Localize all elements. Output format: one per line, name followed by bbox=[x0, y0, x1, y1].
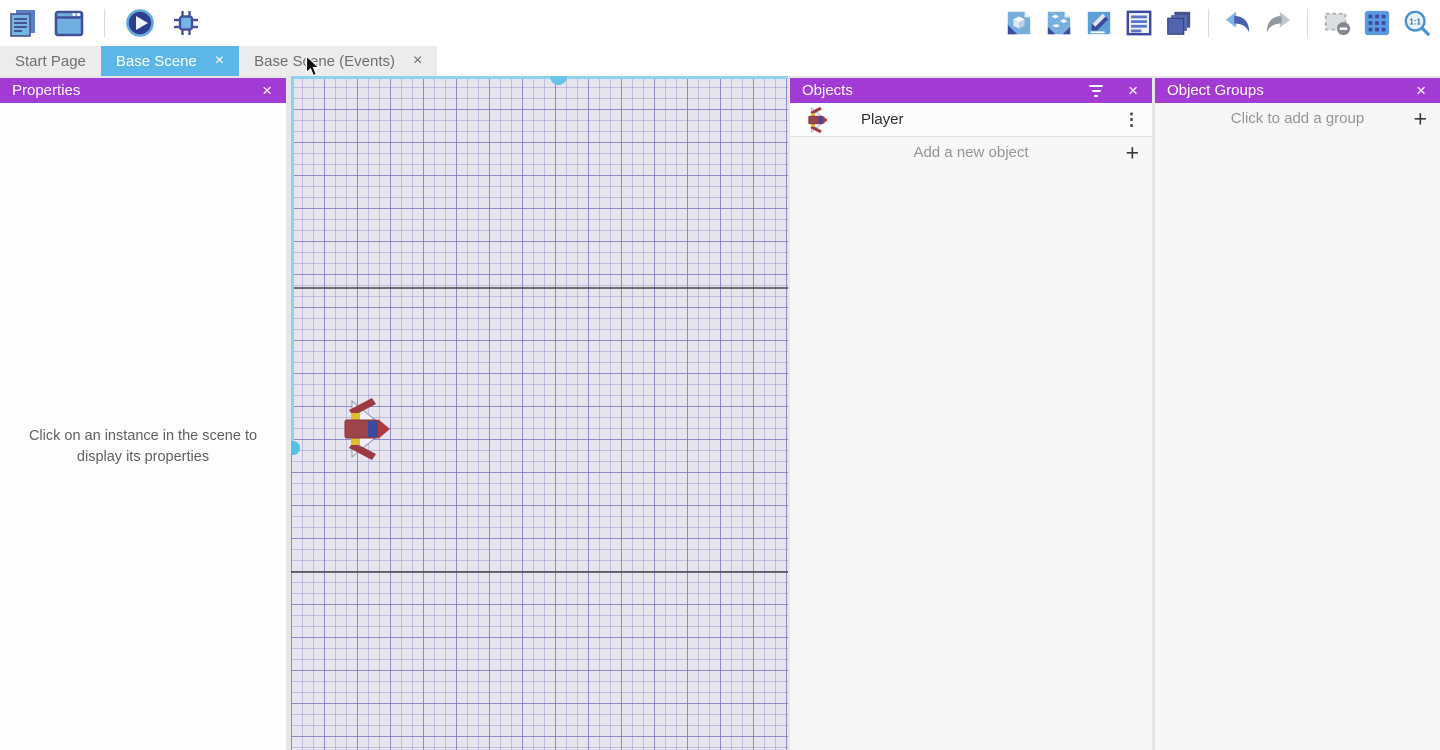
plus-icon[interactable]: + bbox=[1414, 107, 1427, 130]
add-object-label: Add a new object bbox=[913, 144, 1028, 161]
horizontal-scrollbar-thumb[interactable] bbox=[550, 76, 567, 85]
toolbar-right-group: 1:1 bbox=[1004, 0, 1432, 46]
tab-label: Base Scene (Events) bbox=[254, 53, 395, 70]
close-icon[interactable]: × bbox=[1414, 82, 1428, 99]
player-instance-sprite[interactable] bbox=[344, 396, 390, 462]
panel-title: Objects bbox=[802, 82, 853, 99]
properties-panel: Properties × Click on an instance in the… bbox=[0, 78, 286, 750]
redo-icon[interactable] bbox=[1263, 8, 1293, 38]
close-icon[interactable]: × bbox=[260, 82, 274, 99]
add-group-label: Click to add a group bbox=[1231, 110, 1364, 127]
objects-panel-header: Objects × bbox=[790, 78, 1152, 103]
close-icon[interactable]: × bbox=[1126, 82, 1140, 99]
horizontal-scrollbar-track[interactable] bbox=[291, 76, 788, 79]
game-window-border-bottom bbox=[291, 571, 788, 573]
toolbar-separator bbox=[1307, 9, 1308, 37]
toolbar-separator bbox=[1208, 9, 1209, 37]
add-object-row[interactable]: Add a new object + bbox=[790, 137, 1152, 168]
panel-title: Properties bbox=[12, 82, 80, 99]
tab-base-scene[interactable]: Base Scene × bbox=[101, 46, 239, 76]
window-icon[interactable] bbox=[54, 8, 84, 38]
plus-icon[interactable]: + bbox=[1126, 141, 1139, 164]
object-groups-panel-header: Object Groups × bbox=[1155, 78, 1440, 103]
player-thumbnail-icon bbox=[806, 106, 830, 134]
layers-icon[interactable] bbox=[1164, 8, 1194, 38]
play-icon[interactable] bbox=[125, 8, 155, 38]
toolbar-left-group bbox=[8, 0, 201, 46]
close-icon[interactable]: × bbox=[215, 53, 224, 69]
zoom-ratio-label: 1:1 bbox=[1409, 17, 1421, 26]
scene-canvas[interactable] bbox=[291, 76, 788, 750]
properties-panel-header: Properties × bbox=[0, 78, 286, 103]
add-group-row[interactable]: Click to add a group + bbox=[1155, 103, 1440, 134]
objects-panel: Objects × Player ⋮ Add a new object bbox=[790, 78, 1152, 750]
object-groups-icon[interactable] bbox=[1044, 8, 1074, 38]
vertical-scrollbar-thumb[interactable] bbox=[291, 441, 300, 455]
panel-title: Object Groups bbox=[1167, 82, 1264, 99]
object-name: Player bbox=[861, 111, 904, 128]
main-toolbar: 1:1 bbox=[0, 0, 1440, 46]
tab-base-scene-events[interactable]: Base Scene (Events) × bbox=[239, 46, 437, 76]
game-window-border-top bbox=[291, 287, 788, 289]
main-area: Properties × Click on an instance in the… bbox=[0, 76, 1440, 750]
grid-icon[interactable] bbox=[1362, 8, 1392, 38]
tab-label: Base Scene bbox=[116, 53, 197, 70]
properties-hint-text: Click on an instance in the scene to dis… bbox=[0, 426, 286, 468]
undo-icon[interactable] bbox=[1223, 8, 1253, 38]
vertical-scrollbar-track[interactable] bbox=[291, 76, 294, 448]
tab-start-page[interactable]: Start Page bbox=[0, 46, 101, 76]
close-icon[interactable]: × bbox=[413, 53, 422, 69]
instances-list-icon[interactable] bbox=[1124, 8, 1154, 38]
filter-icon[interactable] bbox=[1088, 85, 1104, 97]
bug-icon[interactable] bbox=[171, 8, 201, 38]
properties-icon[interactable] bbox=[1084, 8, 1114, 38]
render-mask-icon[interactable] bbox=[1322, 8, 1352, 38]
toolbar-separator bbox=[104, 9, 105, 37]
documents-icon[interactable] bbox=[8, 8, 38, 38]
object-row-player[interactable]: Player ⋮ bbox=[790, 103, 1152, 137]
kebab-menu-icon[interactable]: ⋮ bbox=[1123, 110, 1140, 130]
objects-editor-icon[interactable] bbox=[1004, 8, 1034, 38]
tab-label: Start Page bbox=[15, 53, 86, 70]
editor-tabbar: Start Page Base Scene × Base Scene (Even… bbox=[0, 46, 1440, 76]
object-groups-panel: Object Groups × Click to add a group + bbox=[1155, 78, 1440, 750]
zoom-1to1-icon[interactable]: 1:1 bbox=[1402, 8, 1432, 38]
